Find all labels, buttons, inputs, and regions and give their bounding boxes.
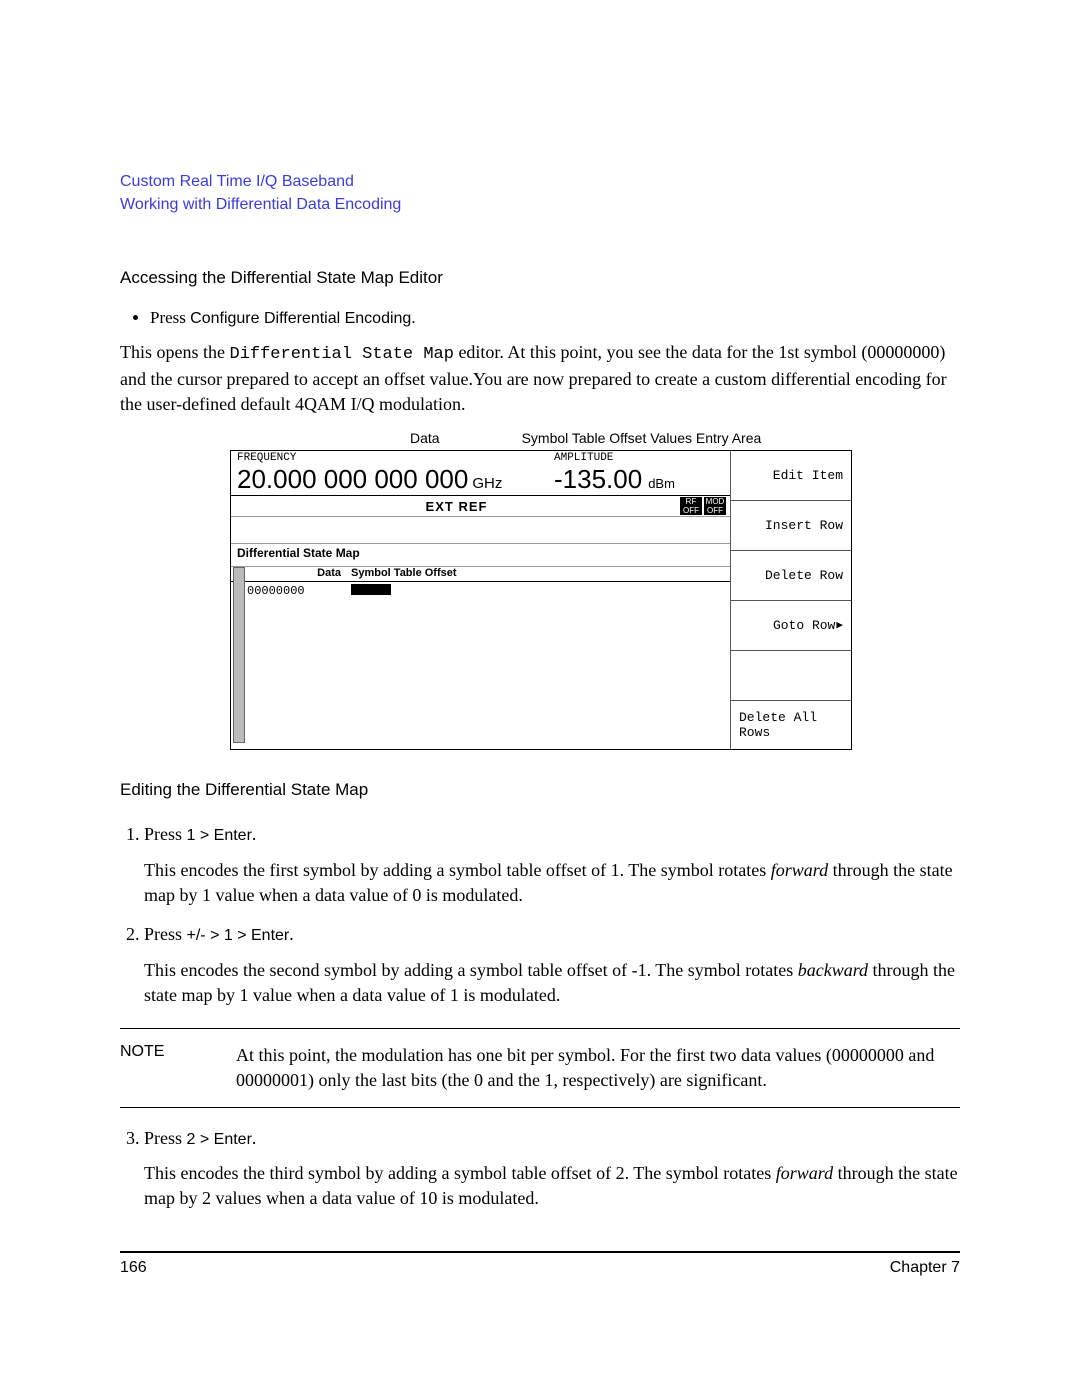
- instrument-screen: FREQUENCY 20.000 000 000 000 GHz AMPLITU…: [231, 451, 731, 749]
- softkey-blank: [731, 651, 851, 701]
- softkey-panel: Edit Item Insert Row Delete Row Goto Row…: [731, 451, 851, 749]
- fig-label-data: Data: [410, 430, 440, 446]
- page-number: 166: [120, 1259, 147, 1277]
- amplitude-value: -135.00: [554, 464, 642, 495]
- page-footer: 166 Chapter 7: [120, 1251, 960, 1277]
- row-data-value: 00000000: [237, 584, 351, 599]
- step-1: Press 1 > Enter. This encodes the first …: [144, 822, 960, 908]
- frequency-label: FREQUENCY: [237, 452, 554, 464]
- step-3: Press 2 > Enter. This encodes the third …: [144, 1126, 960, 1212]
- softkey-delete-row[interactable]: Delete Row: [731, 551, 851, 601]
- note-text: At this point, the modulation has one bi…: [236, 1043, 960, 1093]
- softkey-delete-all-rows[interactable]: Delete All Rows: [731, 701, 851, 750]
- softkey-insert-row[interactable]: Insert Row: [731, 501, 851, 551]
- softkey-goto-row[interactable]: Goto Row▶: [731, 601, 851, 651]
- bullet-configure: Press Configure Differential Encoding.: [150, 308, 960, 328]
- chapter-label: Chapter 7: [890, 1259, 960, 1277]
- figure-wrap: Data Symbol Table Offset Values Entry Ar…: [230, 430, 850, 750]
- rf-off-indicator: RF OFF: [680, 497, 702, 515]
- softkey-edit-item[interactable]: Edit Item: [731, 451, 851, 501]
- scrollbar[interactable]: [233, 567, 245, 743]
- col-header-data: Data: [237, 567, 351, 579]
- frequency-value: 20.000 000 000 000: [237, 464, 468, 495]
- para-opens-editor: This opens the Differential State Map ed…: [120, 340, 960, 416]
- mono-diff-state-map: Differential State Map: [230, 345, 454, 364]
- section-title-editing: Editing the Differential State Map: [120, 780, 960, 800]
- ui-text-1-enter: 1 > Enter: [187, 827, 252, 844]
- step-2: Press +/- > 1 > Enter. This encodes the …: [144, 922, 960, 1008]
- header-link-1: Custom Real Time I/Q Baseband: [120, 170, 960, 193]
- offset-entry-cursor[interactable]: [351, 584, 391, 595]
- note-label: NOTE: [120, 1043, 236, 1093]
- amplitude-unit: dBm: [648, 476, 675, 491]
- step-3-body: This encodes the third symbol by adding …: [144, 1161, 960, 1211]
- mod-off-indicator: MOD OFF: [704, 497, 726, 515]
- frequency-unit: GHz: [472, 475, 502, 492]
- step-1-body: This encodes the first symbol by adding …: [144, 858, 960, 908]
- chevron-right-icon: ▶: [836, 618, 843, 632]
- table-title: Differential State Map: [231, 544, 730, 567]
- ext-ref-indicator: EXT REF: [235, 499, 678, 514]
- ui-text-plusminus-1-enter: +/- > 1 > Enter: [187, 927, 290, 944]
- table-row: 00000000: [231, 582, 730, 599]
- step-2-body: This encodes the second symbol by adding…: [144, 958, 960, 1008]
- note-box: NOTE At this point, the modulation has o…: [120, 1028, 960, 1108]
- fig-label-symbol-area: Symbol Table Offset Values Entry Area: [522, 430, 762, 446]
- section-title-accessing: Accessing the Differential State Map Edi…: [120, 268, 960, 288]
- ui-text-2-enter: 2 > Enter: [187, 1131, 252, 1148]
- instrument-screenshot: FREQUENCY 20.000 000 000 000 GHz AMPLITU…: [230, 450, 852, 750]
- col-header-offset: Symbol Table Offset: [351, 567, 730, 579]
- ui-text-configure: Configure Differential Encoding: [190, 310, 411, 327]
- amplitude-label: AMPLITUDE: [554, 452, 724, 464]
- header-link-2: Working with Differential Data Encoding: [120, 193, 960, 216]
